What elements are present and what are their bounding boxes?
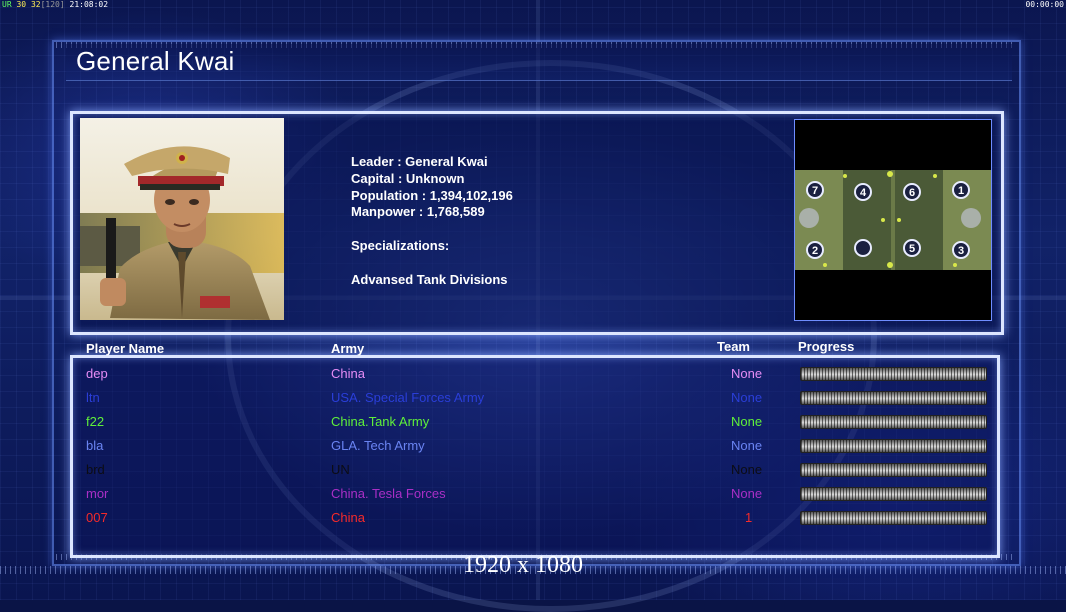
header-army: Army <box>331 341 365 356</box>
population-line: Population : 1,394,102,196 <box>351 187 513 203</box>
start-position-number: 5 <box>909 243 915 255</box>
status-prefix: UR <box>2 0 12 9</box>
map-preview[interactable]: 7 4 6 1 2 5 3 <box>794 119 992 321</box>
resolution-label: 1920 x 1080 <box>463 552 583 578</box>
progress-bar <box>800 415 987 429</box>
fps-value-b: 32 <box>30 0 41 9</box>
status-clock: 21:08:02 <box>69 0 109 9</box>
map-oil-derrick-right <box>961 208 981 228</box>
team-cell: None <box>731 414 763 429</box>
progress-bar <box>800 463 987 477</box>
specializations-label: Specializations: <box>351 237 450 253</box>
start-position-number: 2 <box>812 245 818 257</box>
team-cell: None <box>731 438 763 453</box>
army-cell: China.Tank Army <box>331 414 430 429</box>
fps-value-c: [120] <box>40 0 65 9</box>
map-oil-derrick-left <box>799 208 819 228</box>
team-cell: None <box>731 366 763 381</box>
progress-bar <box>800 439 987 453</box>
start-position-number: 4 <box>860 187 867 199</box>
progress-bar <box>800 367 987 381</box>
army-cell: China <box>331 510 365 525</box>
player-name-cell: ltn <box>86 390 100 405</box>
players-panel <box>70 355 1000 558</box>
fps-value-a: 30 <box>16 0 27 9</box>
player-name-cell: dep <box>86 366 108 381</box>
capital-line: Capital : Unknown <box>351 170 465 186</box>
start-position-marker[interactable] <box>854 239 872 257</box>
start-position-number: 3 <box>958 245 964 257</box>
start-position-number: 7 <box>812 185 818 197</box>
army-cell: China. Tesla Forces <box>331 486 446 501</box>
header-team: Team <box>717 339 750 354</box>
start-position-number: 6 <box>909 187 915 199</box>
player-name-cell: f22 <box>86 414 105 429</box>
player-name-cell: mor <box>86 486 109 501</box>
map-center-road <box>891 170 895 270</box>
team-cell: None <box>731 390 763 405</box>
specialization-value: Advansed Tank Divisions <box>351 271 508 287</box>
army-cell: GLA. Tech Army <box>331 438 425 453</box>
progress-bar <box>800 487 987 501</box>
map-preview-image: 7 4 6 1 2 5 3 <box>795 120 991 320</box>
game-timer: 00:00:00 <box>1025 0 1064 9</box>
general-info-text: Leader : General Kwai Capital : Unknown … <box>351 154 513 288</box>
page-title: General Kwai <box>76 46 235 76</box>
team-cell: None <box>731 462 763 477</box>
progress-bar <box>800 391 987 405</box>
army-cell: UN <box>331 462 350 477</box>
manpower-line: Manpower : 1,768,589 <box>351 204 485 220</box>
player-name-cell: bla <box>86 438 104 453</box>
player-name-cell: 007 <box>86 510 108 525</box>
team-cell: None <box>731 486 763 501</box>
team-cell: 1 <box>745 510 753 525</box>
header-progress: Progress <box>798 339 855 354</box>
header-player-name: Player Name <box>86 341 165 356</box>
leader-line: Leader : General Kwai <box>351 154 488 169</box>
progress-bar <box>800 511 987 525</box>
army-cell: China <box>331 366 365 381</box>
general-portrait <box>80 118 284 320</box>
player-name-cell: brd <box>86 462 105 477</box>
start-position-number: 1 <box>958 185 964 197</box>
debug-status-bar: UR 30 32[120] 21:08:02 <box>2 0 108 9</box>
army-cell: USA. Special Forces Army <box>331 390 485 405</box>
general-portrait-image <box>80 118 284 320</box>
